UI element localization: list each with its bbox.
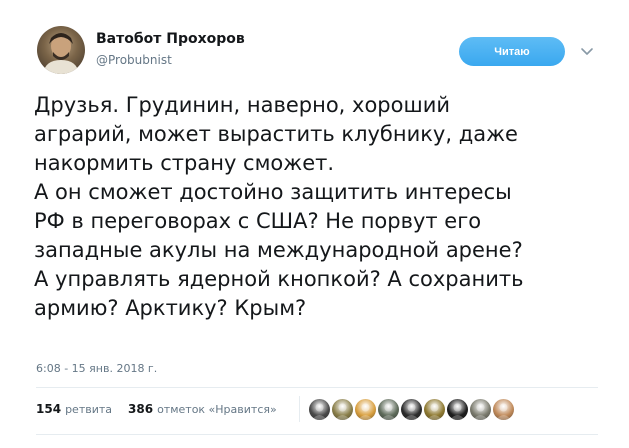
tweet-line: западные акулы на международной арене? (34, 238, 523, 262)
tweet-line: А управлять ядерной кнопкой? А сохранить (34, 267, 524, 291)
tweet-timestamp[interactable]: 6:08 - 15 янв. 2018 г. (36, 362, 157, 375)
tweet-line: Друзья. Грудинин, наверно, хороший (34, 93, 451, 117)
tweet-line: армию? Арктику? Крым? (34, 296, 307, 320)
avatar-icon[interactable] (470, 399, 491, 420)
likes-count[interactable]: 386 (128, 402, 153, 416)
tweet-line: РФ в переговорах с США? Не порвут его (34, 209, 482, 233)
divider (36, 387, 598, 388)
user-name[interactable]: Ватобот Прохоров (96, 31, 245, 47)
avatar-icon[interactable] (355, 399, 376, 420)
tweet-stats: 154 ретвита 386 отметок «Нравится» (36, 402, 277, 416)
avatar-icon[interactable] (332, 399, 353, 420)
avatar-icon[interactable] (309, 399, 330, 420)
avatar-icon[interactable] (424, 399, 445, 420)
avatar-icon[interactable] (493, 399, 514, 420)
stats-separator (299, 396, 300, 422)
divider (36, 434, 598, 435)
retweets-label[interactable]: ретвита (65, 403, 112, 416)
tweet-text: Друзья. Грудинин, наверно, хороший аграр… (34, 91, 619, 323)
avatar-icon[interactable] (378, 399, 399, 420)
avatar-icon[interactable] (447, 399, 468, 420)
avatar-image (43, 33, 79, 74)
avatar-icon[interactable] (401, 399, 422, 420)
chevron-down-icon[interactable] (580, 44, 594, 58)
avatar[interactable] (37, 26, 85, 74)
tweet-line: А он сможет достойно защитить интересы (34, 180, 512, 204)
retweets-count[interactable]: 154 (36, 402, 61, 416)
likes-label[interactable]: отметок «Нравится» (157, 403, 277, 416)
user-handle[interactable]: @Probubnist (96, 53, 172, 67)
likers-avatars (309, 399, 514, 420)
tweet-line: накормить страну сможет. (34, 151, 335, 175)
follow-button[interactable]: Читаю (459, 37, 565, 66)
tweet-line: аграрий, может вырастить клубнику, даже (34, 122, 518, 146)
